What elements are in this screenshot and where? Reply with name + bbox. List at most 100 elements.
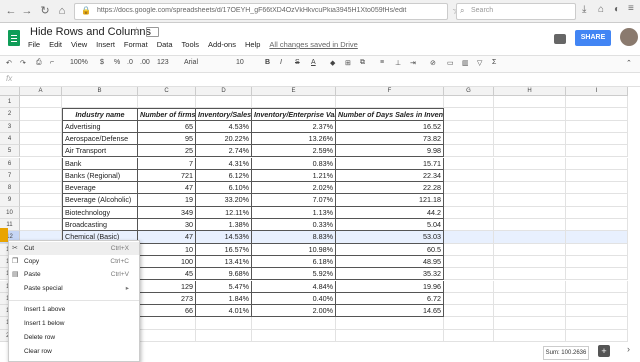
grid-cell[interactable] — [566, 231, 628, 244]
column-header-e[interactable]: E — [252, 87, 336, 96]
grid-cell[interactable] — [566, 280, 628, 293]
table-cell[interactable]: 53.03 — [336, 231, 444, 244]
select-all-corner[interactable] — [0, 87, 20, 96]
grid-cell[interactable] — [444, 120, 494, 133]
grid-cell[interactable] — [494, 255, 566, 269]
table-cell[interactable]: 2.74% — [196, 145, 252, 158]
column-header-d[interactable]: D — [196, 87, 252, 96]
table-header-cell[interactable]: Inventory/Sales — [196, 108, 252, 121]
grid-cell[interactable] — [494, 182, 566, 195]
table-cell[interactable]: 12.11% — [196, 206, 252, 219]
grid-cell[interactable] — [138, 317, 196, 330]
grid-cell[interactable] — [566, 108, 628, 121]
home-browser-icon[interactable]: ⌂ — [598, 4, 604, 15]
table-cell[interactable]: 47 — [138, 231, 196, 244]
grid-cell[interactable] — [494, 268, 566, 281]
column-header-f[interactable]: F — [336, 87, 444, 96]
grid-cell[interactable] — [196, 329, 252, 342]
grid-cell[interactable] — [566, 145, 628, 158]
sum-indicator[interactable]: Sum: 100.2636 — [543, 346, 589, 360]
strikethrough-button[interactable]: S — [295, 59, 300, 66]
link-icon[interactable]: ⊘ — [430, 59, 436, 67]
table-cell[interactable]: 121.18 — [336, 194, 444, 207]
text-color-button[interactable]: A — [311, 59, 316, 66]
table-cell[interactable]: 19.96 — [336, 280, 444, 293]
chart-icon[interactable]: ▥ — [462, 59, 469, 67]
industry-name-cell[interactable]: Beverage — [62, 182, 138, 195]
grid-cell[interactable] — [566, 182, 628, 195]
grid-cell[interactable] — [252, 329, 336, 342]
table-cell[interactable]: 9.98 — [336, 145, 444, 158]
column-header-g[interactable]: G — [444, 87, 494, 96]
grid-cell[interactable] — [444, 182, 494, 195]
forward-icon[interactable]: → — [20, 4, 34, 18]
fill-color-icon[interactable]: ◆ — [330, 59, 335, 67]
grid-cell[interactable] — [494, 108, 566, 121]
menu-tools[interactable]: Tools — [182, 40, 200, 52]
menu-view[interactable]: View — [71, 40, 87, 52]
row-header[interactable]: 3 — [0, 120, 20, 133]
column-header-a[interactable]: A — [20, 87, 62, 96]
grid-cell[interactable] — [566, 206, 628, 219]
merge-cells-icon[interactable]: ⧉ — [360, 59, 365, 67]
table-cell[interactable]: 7 — [138, 157, 196, 170]
functions-icon[interactable]: Σ — [492, 59, 496, 66]
table-cell[interactable]: 4.01% — [196, 305, 252, 318]
grid-cell[interactable] — [138, 96, 196, 109]
row-header[interactable]: 6 — [0, 157, 20, 170]
grid-cell[interactable] — [20, 194, 62, 207]
avatar[interactable] — [620, 28, 638, 46]
extension-icon[interactable]: ◐ — [614, 4, 620, 15]
grid-cell[interactable] — [444, 329, 494, 342]
grid-cell[interactable] — [196, 96, 252, 109]
industry-name-cell[interactable]: Air Transport — [62, 145, 138, 158]
table-cell[interactable]: 15.71 — [336, 157, 444, 170]
table-cell[interactable]: 19 — [138, 194, 196, 207]
menu-format[interactable]: Format — [124, 40, 148, 52]
menu-item-paste-special[interactable]: Paste special ▸ — [9, 282, 139, 295]
menu-item-delete-row[interactable]: Delete row — [9, 331, 139, 344]
menu-data[interactable]: Data — [157, 40, 173, 52]
grid-cell[interactable] — [566, 96, 628, 109]
grid-cell[interactable] — [138, 329, 196, 342]
industry-name-cell[interactable]: Bank — [62, 157, 138, 170]
reload-icon[interactable]: ↻ — [38, 4, 52, 18]
grid-cell[interactable] — [336, 96, 444, 109]
downloads-icon[interactable]: ⤓ — [582, 4, 586, 15]
industry-name-cell[interactable]: Biotechnology — [62, 206, 138, 219]
menu-item-paste[interactable]: ▤ Paste Ctrl+V — [9, 268, 139, 281]
grid-cell[interactable] — [444, 194, 494, 207]
table-cell[interactable]: 4.53% — [196, 120, 252, 133]
grid-cell[interactable] — [566, 169, 628, 183]
table-cell[interactable]: 2.37% — [252, 120, 336, 133]
grid-cell[interactable] — [444, 231, 494, 244]
browser-search-input[interactable]: ⌕ Search — [456, 3, 576, 20]
grid-cell[interactable] — [20, 145, 62, 158]
grid-cell[interactable] — [20, 182, 62, 195]
table-cell[interactable]: 0.40% — [252, 292, 336, 306]
grid-cell[interactable] — [20, 157, 62, 170]
grid-cell[interactable] — [566, 157, 628, 170]
menu-insert[interactable]: Insert — [96, 40, 115, 52]
row-header[interactable]: 4 — [0, 132, 20, 146]
column-header-c[interactable]: C — [138, 87, 196, 96]
menu-edit[interactable]: Edit — [49, 40, 62, 52]
comments-icon[interactable] — [554, 34, 566, 44]
grid-cell[interactable] — [252, 317, 336, 330]
table-cell[interactable]: 47 — [138, 182, 196, 195]
grid-cell[interactable] — [20, 120, 62, 133]
grid-cell[interactable] — [566, 132, 628, 146]
row-header[interactable]: 9 — [0, 194, 20, 207]
borders-icon[interactable]: ⊞ — [345, 59, 351, 67]
row-drag-handle[interactable] — [0, 228, 8, 242]
table-cell[interactable]: 20.22% — [196, 132, 252, 146]
table-cell[interactable]: 13.41% — [196, 255, 252, 269]
row-header[interactable]: 10 — [0, 206, 20, 219]
grid-cell[interactable] — [20, 132, 62, 146]
row-header[interactable]: 7 — [0, 169, 20, 183]
row-header[interactable]: 2 — [0, 108, 20, 121]
grid-cell[interactable] — [444, 243, 494, 256]
grid-cell[interactable] — [444, 255, 494, 269]
table-cell[interactable]: 5.04 — [336, 219, 444, 232]
table-cell[interactable]: 66 — [138, 305, 196, 318]
